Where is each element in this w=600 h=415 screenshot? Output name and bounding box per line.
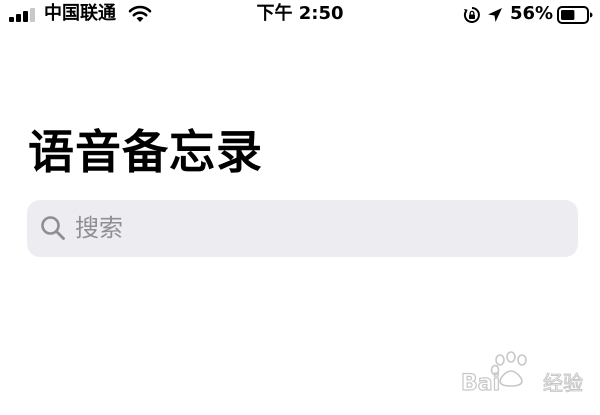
page-title: 语音备忘录 (28, 125, 263, 179)
watermark-text-cn: 经验 (543, 371, 583, 395)
search-icon (41, 216, 65, 240)
watermark-text: Bai (461, 371, 500, 396)
search-bar[interactable] (27, 200, 578, 257)
location-icon (488, 8, 502, 22)
watermark: Bai 经验 (460, 351, 584, 397)
search-input[interactable] (75, 208, 555, 248)
lock-rotation-icon (463, 7, 480, 23)
battery-percent: 56% (510, 3, 554, 24)
voice-memos-screen: 中国联通 下午 2:50 56% 语音备忘录 搜索 Bai 经验 (0, 0, 600, 415)
status-bar: 中国联通 下午 2:50 56% (0, 0, 600, 32)
battery-icon (557, 6, 593, 24)
